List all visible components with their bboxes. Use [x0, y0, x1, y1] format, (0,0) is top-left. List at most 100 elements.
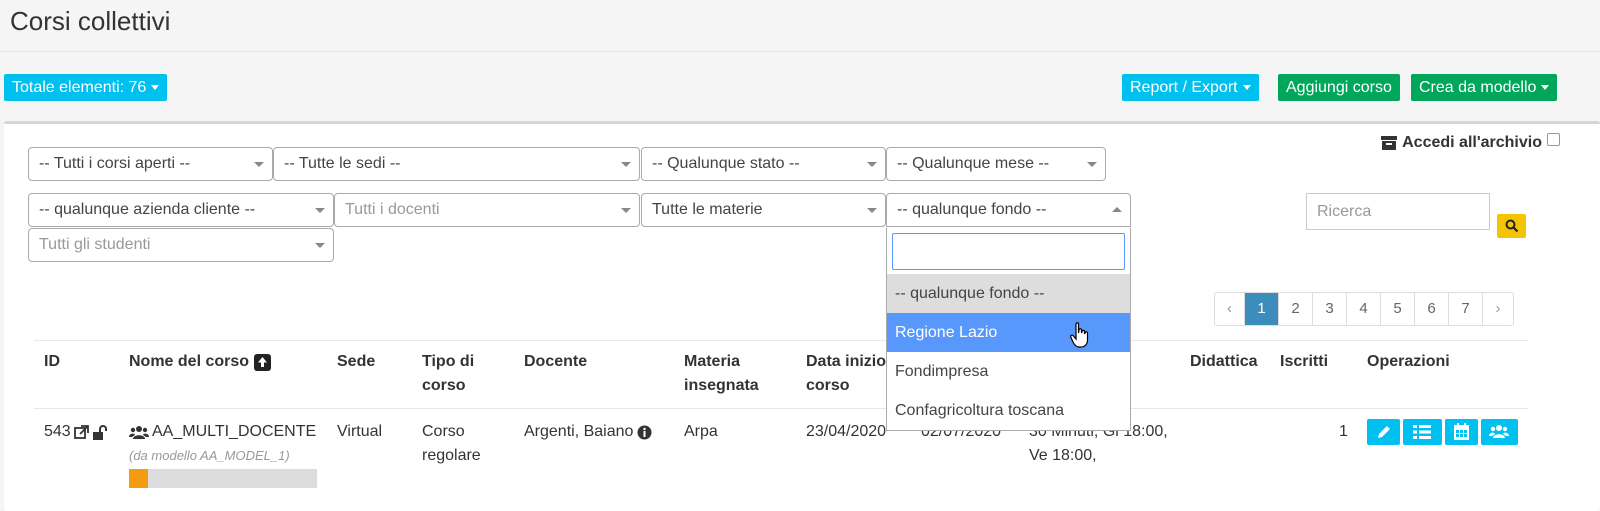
- search-button[interactable]: [1497, 214, 1526, 238]
- search-icon: [1505, 219, 1519, 233]
- page-header: Corsi collettivi: [0, 0, 1600, 52]
- sort-up-icon: [254, 353, 272, 371]
- row-enrolled: 1: [1339, 423, 1348, 440]
- external-link-icon[interactable]: [73, 424, 89, 440]
- chevron-down-icon: [254, 162, 264, 167]
- row-subject: Arpa: [684, 423, 718, 440]
- pagination-page[interactable]: 5: [1381, 293, 1415, 325]
- column-header-type: Tipo di corso: [422, 350, 474, 398]
- search-input[interactable]: Ricerca: [1306, 193, 1490, 230]
- chevron-down-icon: [315, 208, 325, 213]
- fund-dropdown-search-input[interactable]: [892, 233, 1125, 270]
- row-id: 543: [44, 423, 71, 440]
- column-header-start: Data inizio corso: [806, 350, 886, 398]
- teachers-filter-select[interactable]: Tutti i docenti: [334, 193, 640, 227]
- column-header-teacher: Docente: [524, 353, 588, 370]
- subjects-filter-select[interactable]: Tutte le materie: [641, 193, 886, 227]
- pagination-page[interactable]: 7: [1449, 293, 1483, 325]
- chevron-down-icon: [315, 243, 325, 248]
- column-header-name[interactable]: Nome del corso: [129, 350, 272, 374]
- pagination-page[interactable]: 4: [1347, 293, 1381, 325]
- fund-dropdown: -- qualunque fondo -- Regione Lazio Fond…: [886, 228, 1131, 431]
- pagination-page[interactable]: 1: [1245, 293, 1279, 325]
- column-header-name-label: Nome del corso: [129, 353, 250, 370]
- table-header-border: [34, 408, 1528, 409]
- fund-filter-value: -- qualunque fondo --: [897, 201, 1047, 218]
- add-course-label: Aggiungi corso: [1286, 79, 1392, 96]
- chevron-down-icon: [867, 208, 877, 213]
- column-header-didactics: Didattica: [1190, 353, 1258, 370]
- students-button[interactable]: [1481, 419, 1518, 445]
- total-elements-button[interactable]: Totale elementi: 76: [4, 74, 168, 101]
- fund-option[interactable]: Regione Lazio: [887, 313, 1130, 352]
- list-icon: [1413, 425, 1431, 439]
- pagination-next[interactable]: ›: [1483, 293, 1513, 325]
- table-row-name: AA_MULTI_DOCENTE: [129, 420, 316, 444]
- company-filter-select[interactable]: -- qualunque azienda cliente --: [28, 193, 334, 227]
- chevron-down-icon: [1087, 162, 1097, 167]
- list-button[interactable]: [1403, 419, 1442, 445]
- caret-down-icon: [151, 85, 160, 91]
- chevron-down-icon: [621, 208, 631, 213]
- archive-icon: [1381, 136, 1398, 150]
- students-filter-value: Tutti gli studenti: [39, 236, 151, 253]
- month-filter-select[interactable]: -- Qualunque mese --: [886, 147, 1106, 181]
- archive-toggle[interactable]: Accedi all'archivio: [1381, 132, 1560, 152]
- pagination-page[interactable]: 6: [1415, 293, 1449, 325]
- edit-button[interactable]: [1367, 419, 1400, 445]
- state-filter-select[interactable]: -- Qualunque stato --: [641, 147, 886, 181]
- month-filter-value: -- Qualunque mese --: [897, 155, 1050, 172]
- courses-filter-select[interactable]: -- Tutti i corsi aperti --: [28, 147, 273, 181]
- chevron-up-icon: [1112, 207, 1122, 212]
- course-progress-bar: [129, 469, 317, 488]
- report-export-button[interactable]: Report / Export: [1122, 74, 1259, 101]
- column-header-site: Sede: [337, 353, 376, 370]
- row-site: Virtual: [337, 423, 383, 440]
- report-export-label: Report / Export: [1130, 79, 1238, 96]
- page-title: Corsi collettivi: [10, 6, 171, 36]
- pagination-page[interactable]: 2: [1279, 293, 1313, 325]
- total-elements-label: Totale elementi: 76: [12, 79, 147, 96]
- column-header-id[interactable]: ID: [44, 350, 60, 374]
- column-header-start-line2: corso: [806, 377, 850, 394]
- info-icon[interactable]: [637, 425, 652, 440]
- subjects-filter-value: Tutte le materie: [652, 201, 763, 218]
- sites-filter-select[interactable]: -- Tutte le sedi --: [273, 147, 640, 181]
- column-header-enrolled: Iscritti: [1280, 353, 1329, 370]
- chevron-down-icon: [867, 162, 877, 167]
- column-header-type-line2: corso: [422, 377, 466, 394]
- row-type-line2: regolare: [422, 447, 481, 464]
- column-header-start-line1: Data inizio: [806, 353, 887, 370]
- create-from-template-button[interactable]: Crea da modello: [1411, 74, 1558, 101]
- unlock-icon[interactable]: [92, 424, 108, 440]
- row-start-date: 23/04/2020: [806, 423, 887, 440]
- course-progress-fill: [129, 469, 148, 488]
- fund-filter-select[interactable]: -- qualunque fondo --: [886, 193, 1131, 227]
- column-header-operations: Operazioni: [1367, 353, 1450, 370]
- fund-option[interactable]: Fondimpresa: [887, 352, 1130, 391]
- template-note: (da modello AA_MODEL_1): [129, 448, 290, 463]
- archive-checkbox[interactable]: [1547, 132, 1560, 146]
- chevron-down-icon: [621, 162, 631, 167]
- column-header-type-line1: Tipo di: [422, 353, 475, 370]
- fund-option[interactable]: -- qualunque fondo --: [887, 274, 1130, 313]
- sites-filter-value: -- Tutte le sedi --: [284, 155, 401, 172]
- table-row-id: 543: [44, 420, 108, 444]
- row-teacher: Argenti, Baiano: [524, 420, 652, 444]
- pencil-icon: [1376, 424, 1392, 440]
- row-teacher-names: Argenti, Baiano: [524, 423, 634, 440]
- pagination-page[interactable]: 3: [1313, 293, 1347, 325]
- group-icon: [1489, 424, 1509, 439]
- group-icon: [129, 425, 149, 440]
- students-filter-select[interactable]: Tutti gli studenti: [28, 228, 334, 262]
- teachers-filter-value: Tutti i docenti: [345, 201, 440, 218]
- calendar-button[interactable]: [1445, 419, 1478, 445]
- fund-option[interactable]: Confagricoltura toscana: [887, 391, 1130, 430]
- course-name[interactable]: AA_MULTI_DOCENTE: [152, 420, 316, 444]
- pagination-prev[interactable]: ‹: [1215, 293, 1245, 325]
- hand-cursor-icon: [1070, 322, 1090, 348]
- company-filter-value: -- qualunque azienda cliente --: [39, 201, 256, 218]
- add-course-button[interactable]: Aggiungi corso: [1278, 74, 1400, 101]
- column-header-subject-line2: insegnata: [684, 377, 759, 394]
- caret-down-icon: [1242, 85, 1251, 91]
